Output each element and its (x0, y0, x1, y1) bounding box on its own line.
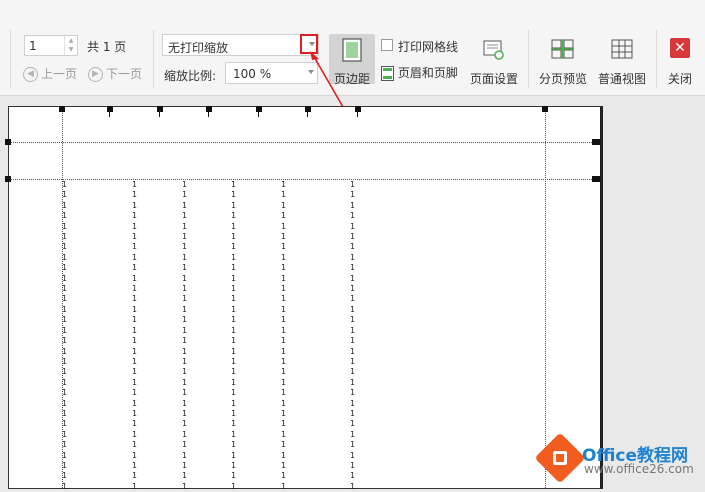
data-column: 1 1 1 1 1 1 1 1 1 1 1 1 1 1 1 1 1 1 1 1 … (62, 180, 67, 491)
margin-handle[interactable] (59, 106, 65, 112)
margin-handle[interactable] (5, 139, 11, 145)
margin-handle[interactable] (542, 106, 548, 112)
column-handle-tick (307, 111, 308, 117)
data-column: 1 1 1 1 1 1 1 1 1 1 1 1 1 1 1 1 1 1 1 1 … (231, 180, 236, 491)
margin-handle[interactable] (5, 176, 11, 182)
data-column: 1 1 1 1 1 1 1 1 1 1 1 1 1 1 1 1 1 1 1 1 … (350, 180, 355, 491)
print-preview-page: 1 1 1 1 1 1 1 1 1 1 1 1 1 1 1 1 1 1 1 1 … (5, 106, 603, 491)
column-handle-tick (208, 111, 209, 117)
data-column: 1 1 1 1 1 1 1 1 1 1 1 1 1 1 1 1 1 1 1 1 … (281, 180, 286, 491)
margin-handle[interactable] (592, 176, 600, 182)
watermark-url: www.office26.com (584, 462, 694, 476)
column-handle[interactable] (206, 106, 212, 112)
header-margin-line (9, 142, 600, 143)
column-handle[interactable] (256, 106, 262, 112)
office-logo-inner-icon (553, 451, 567, 465)
right-margin-line (545, 107, 546, 488)
column-handle-tick (159, 111, 160, 117)
column-handle[interactable] (107, 106, 113, 112)
column-handle[interactable] (355, 106, 361, 112)
column-handle-tick (258, 111, 259, 117)
column-handle[interactable] (305, 106, 311, 112)
data-column: 1 1 1 1 1 1 1 1 1 1 1 1 1 1 1 1 1 1 1 1 … (182, 180, 187, 491)
top-margin-line (9, 179, 600, 180)
column-handle[interactable] (157, 106, 163, 112)
column-handle-tick (357, 111, 358, 117)
column-handle-tick (109, 111, 110, 117)
data-column: 1 1 1 1 1 1 1 1 1 1 1 1 1 1 1 1 1 1 1 1 … (132, 180, 137, 491)
margin-handle[interactable] (592, 139, 600, 145)
